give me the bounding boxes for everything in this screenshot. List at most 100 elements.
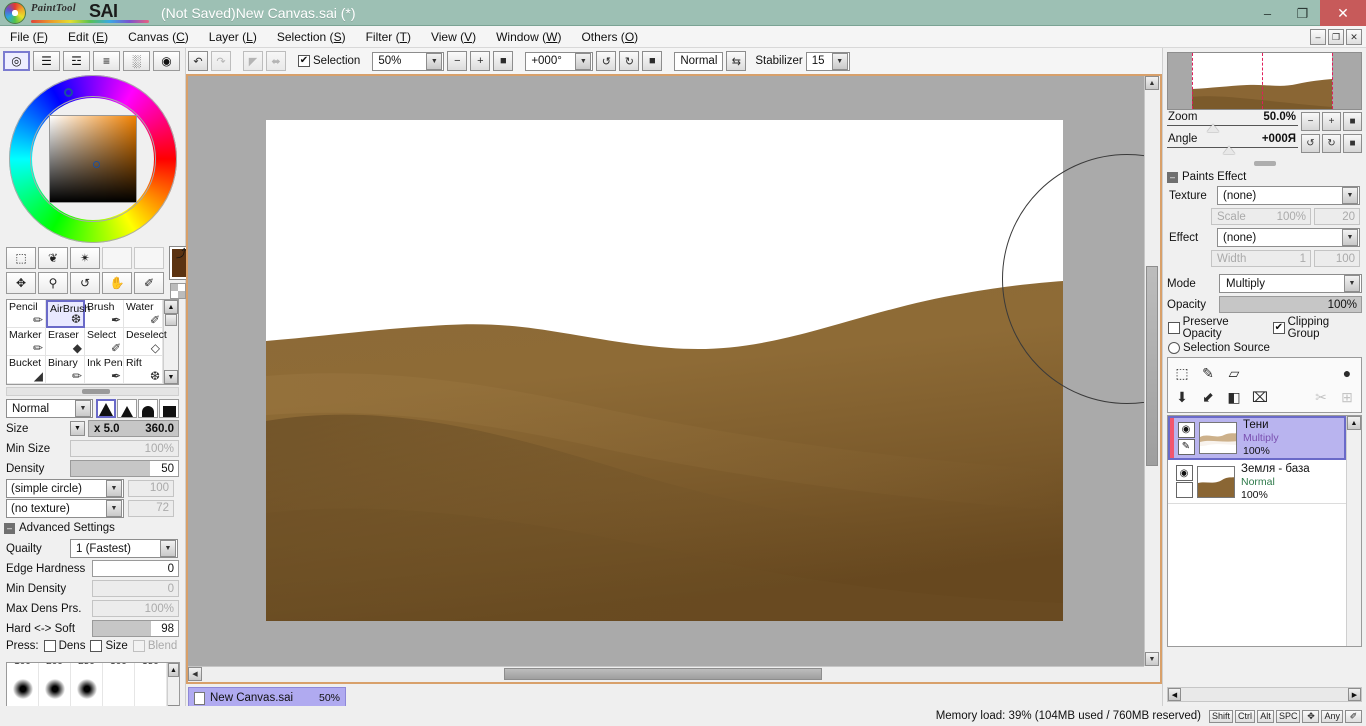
- add-mask-icon[interactable]: ⊞: [1337, 387, 1357, 407]
- nav-rotate-cw-button[interactable]: ↻: [1322, 134, 1341, 153]
- canvas-viewport[interactable]: [188, 76, 1144, 666]
- doc-restore-button[interactable]: ❐: [1328, 29, 1344, 45]
- paints-texture-select[interactable]: (none) ▼: [1217, 186, 1360, 205]
- close-button[interactable]: ✕: [1320, 0, 1366, 26]
- nav-zoom-reset-button[interactable]: ■: [1343, 112, 1362, 131]
- rect-select-icon[interactable]: ⬚: [6, 247, 36, 269]
- shape-dome-icon[interactable]: [138, 399, 158, 418]
- brush-airbrush[interactable]: AirBrush ❆: [46, 300, 90, 328]
- paints-effect-select[interactable]: (none) ▼: [1217, 228, 1360, 247]
- brush-hscroll-thumb[interactable]: [82, 389, 111, 394]
- scratchpad-tab[interactable]: ◉: [153, 51, 180, 71]
- lasso-select-icon[interactable]: ❦: [38, 247, 68, 269]
- brush-list-hscrollbar[interactable]: [6, 387, 179, 396]
- hsv-slider-tab[interactable]: ☲: [63, 51, 90, 71]
- selection-checkbox[interactable]: ✔ Selection: [298, 55, 360, 67]
- move-icon[interactable]: ✥: [6, 272, 36, 294]
- angle-slider-knob[interactable]: [1223, 146, 1235, 154]
- nav-rotate-reset-button[interactable]: ■: [1343, 134, 1362, 153]
- rotate-icon[interactable]: ↺: [70, 272, 100, 294]
- canvas-scroll-down-icon[interactable]: ▼: [1145, 652, 1159, 666]
- cut-mask-icon[interactable]: ✂: [1311, 387, 1331, 407]
- saturation-value-square[interactable]: [48, 115, 137, 203]
- rp-scroll-right-icon[interactable]: ▶: [1348, 688, 1361, 701]
- eyedropper-icon[interactable]: ✐: [134, 272, 164, 294]
- new-linework-layer-icon[interactable]: ✎: [1198, 363, 1218, 383]
- brush-eraser[interactable]: Eraser ◆: [46, 328, 85, 356]
- paints-scale-amount[interactable]: 20: [1314, 208, 1360, 225]
- color-wheel[interactable]: [8, 75, 177, 243]
- zoom-slider[interactable]: Zoom 50.0%: [1167, 111, 1298, 132]
- brush-texture-select[interactable]: (no texture) ▼: [6, 499, 124, 518]
- merge-down-icon[interactable]: ⬇: [1172, 387, 1192, 407]
- sv-marker-icon[interactable]: [92, 161, 100, 168]
- collapse-minus-icon[interactable]: –: [4, 522, 15, 534]
- angle-slider[interactable]: Angle +000Я: [1167, 133, 1298, 154]
- texture-amount-value[interactable]: 72: [128, 500, 174, 517]
- layer-list-scrollbar[interactable]: ▲: [1346, 416, 1361, 646]
- brush-deselect[interactable]: Deselect ◇: [124, 328, 167, 356]
- selection-source-radio[interactable]: Selection Source: [1168, 342, 1270, 354]
- panel-splitter-handle[interactable]: [1163, 155, 1366, 169]
- min-size-slider[interactable]: 100%: [70, 440, 179, 457]
- transform-selection-icon[interactable]: ⬌: [266, 51, 286, 71]
- menu-canvas[interactable]: Canvas (C): [118, 26, 199, 48]
- layer-clipping-icon-2[interactable]: [1175, 482, 1193, 498]
- menu-edit[interactable]: Edit (E): [58, 26, 118, 48]
- hand-icon[interactable]: ✋: [102, 272, 132, 294]
- restore-button[interactable]: ❐: [1285, 0, 1320, 26]
- layer-list[interactable]: ◉ ✎ Тени Multiply 100% ◉ Земля - база No…: [1167, 415, 1362, 647]
- minimize-button[interactable]: –: [1250, 0, 1285, 26]
- zoom-reset-button[interactable]: ■: [493, 51, 514, 71]
- brush-list-scrollbar[interactable]: ▲ ▼: [163, 300, 178, 384]
- shape-cone-icon[interactable]: [117, 399, 137, 418]
- doc-close-button[interactable]: ✕: [1346, 29, 1362, 45]
- layer-row-zemlya-baza[interactable]: ◉ Земля - база Normal 100%: [1168, 460, 1346, 504]
- edge-hardness-slider[interactable]: 0: [92, 560, 179, 577]
- tool-slot-empty-2[interactable]: [134, 247, 164, 269]
- zoom-icon[interactable]: ⚲: [38, 272, 68, 294]
- menu-filter[interactable]: Filter (T): [356, 26, 421, 48]
- delete-layer-icon[interactable]: ⌧: [1250, 387, 1270, 407]
- shape-sharp-cone-icon[interactable]: [96, 399, 116, 418]
- brush-binary[interactable]: Binary ✏: [46, 356, 85, 384]
- layer-opacity-slider[interactable]: 100%: [1219, 296, 1362, 313]
- preserve-opacity-checkbox[interactable]: Preserve Opacity: [1168, 316, 1267, 340]
- tool-slot-empty-1[interactable]: [102, 247, 132, 269]
- zoom-out-button[interactable]: −: [447, 51, 468, 71]
- nav-zoom-in-button[interactable]: +: [1322, 112, 1341, 131]
- rotate-cw-button[interactable]: ↻: [619, 51, 640, 71]
- press-dens-checkbox[interactable]: Dens: [43, 640, 85, 652]
- brush-pencil[interactable]: Pencil ✏: [7, 300, 46, 328]
- density-slider[interactable]: 50: [70, 460, 179, 477]
- zoom-slider-knob[interactable]: [1207, 124, 1219, 132]
- nav-zoom-out-button[interactable]: −: [1301, 112, 1320, 131]
- menu-view[interactable]: View (V): [421, 26, 486, 48]
- size-dropdown-icon[interactable]: ▼: [70, 421, 85, 436]
- canvas-hscroll-thumb[interactable]: [504, 668, 822, 680]
- stabilizer-dropdown[interactable]: 15 ▼: [805, 51, 850, 71]
- zoom-in-button[interactable]: +: [470, 51, 491, 71]
- canvas-scroll-up-icon[interactable]: ▲: [1145, 76, 1159, 90]
- scroll-up-icon[interactable]: ▲: [164, 300, 178, 314]
- brush-brush[interactable]: Brush ✒: [85, 300, 124, 328]
- menu-window[interactable]: Window (W): [486, 26, 571, 48]
- new-folder-icon[interactable]: ▱: [1224, 363, 1244, 383]
- swatches-tab[interactable]: ░: [123, 51, 150, 71]
- shape-amount-value[interactable]: 100: [128, 480, 174, 497]
- press-size-checkbox[interactable]: Size: [90, 640, 128, 652]
- paints-width-amount[interactable]: 100: [1314, 250, 1360, 267]
- clear-layer-icon[interactable]: ◧: [1224, 387, 1244, 407]
- paints-effect-header[interactable]: – Paints Effect: [1163, 169, 1366, 185]
- canvas-horizontal-scrollbar[interactable]: ◀: [188, 666, 1144, 682]
- advanced-settings-header[interactable]: – Advanced Settings: [0, 519, 185, 536]
- angle-dropdown[interactable]: +000° ▼: [525, 51, 594, 71]
- brush-select[interactable]: Select ✐: [85, 328, 124, 356]
- menu-file[interactable]: File (F): [0, 26, 58, 48]
- new-layer-icon[interactable]: ⬚: [1172, 363, 1192, 383]
- redo-icon[interactable]: ↷: [211, 51, 231, 71]
- color-wheel-tab[interactable]: ◎: [3, 51, 30, 71]
- color-list-tab[interactable]: ≡: [93, 51, 120, 71]
- clipping-group-checkbox[interactable]: ✔ Clipping Group: [1273, 316, 1361, 340]
- flip-selection-icon[interactable]: ◤: [243, 51, 263, 71]
